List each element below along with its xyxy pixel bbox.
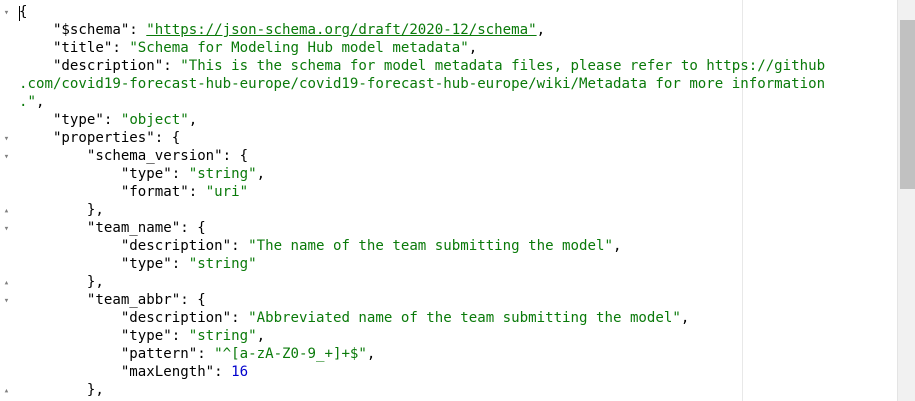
code-line[interactable]: "type": "string",	[19, 327, 265, 345]
code-token: ,	[35, 94, 45, 110]
code-line[interactable]: "schema_version": {	[19, 147, 248, 165]
code-token: "schema_version": {	[19, 148, 249, 164]
code-token: "string"	[188, 166, 257, 182]
code-line[interactable]: "description": "Abbreviated name of the …	[19, 309, 690, 327]
code-token: "$schema":	[19, 22, 147, 38]
code-token: "team_name": {	[19, 220, 206, 236]
code-token: "string"	[188, 328, 257, 344]
code-token: "type":	[19, 166, 189, 182]
chevron-down-icon[interactable]: ▾	[2, 225, 11, 234]
code-line[interactable]: "pattern": "^[a-zA-Z0-9_+]+$",	[19, 345, 376, 363]
scrollbar-thumb[interactable]	[900, 20, 915, 189]
code-line[interactable]: "type": "string",	[19, 165, 265, 183]
code-line[interactable]: "type": "object",	[19, 111, 197, 129]
code-line[interactable]: "team_abbr": {	[19, 291, 206, 309]
code-token: "description":	[19, 58, 181, 74]
code-line[interactable]: .",	[19, 93, 44, 111]
code-token: "pattern":	[19, 346, 215, 362]
code-token: "format":	[19, 184, 206, 200]
code-token: {	[19, 4, 28, 20]
code-token: ,	[612, 238, 622, 254]
code-token: ,	[680, 310, 690, 326]
text-cursor	[19, 6, 20, 21]
code-token: ,	[536, 22, 546, 38]
chevron-down-icon[interactable]: ▾	[2, 297, 11, 306]
code-line[interactable]: "format": "uri"	[19, 183, 248, 201]
code-token: "maxLength":	[19, 364, 232, 380]
vertical-scrollbar[interactable]	[897, 0, 915, 401]
code-line[interactable]: "title": "Schema for Modeling Hub model …	[19, 39, 477, 57]
code-line[interactable]: },	[19, 201, 104, 219]
code-token: "string"	[188, 256, 257, 272]
code-token: },	[19, 274, 104, 290]
code-token: "uri"	[205, 184, 249, 200]
code-line[interactable]: "team_name": {	[19, 219, 206, 237]
code-editor[interactable]: ▾ ▾ ▾ ▴ ▾ ▴ ▾ ▴ { "$schema": "https://json-sche…	[0, 0, 915, 401]
code-line[interactable]: .com/covid19-forecast-hub-europe/covid19…	[19, 75, 825, 93]
code-token: "title":	[19, 40, 130, 56]
code-line[interactable]: },	[19, 381, 104, 399]
chevron-down-icon[interactable]: ▾	[2, 9, 11, 18]
code-token: ,	[366, 346, 376, 362]
chevron-down-icon[interactable]: ▾	[2, 135, 11, 144]
code-line[interactable]: "description": "This is the schema for m…	[19, 57, 825, 75]
code-line[interactable]: "type": "string"	[19, 255, 257, 273]
chevron-up-icon[interactable]: ▴	[2, 207, 11, 216]
code-line[interactable]: "$schema": "https://json-schema.org/draf…	[19, 21, 545, 39]
code-token: "description":	[19, 238, 249, 254]
code-token: 16	[231, 364, 249, 380]
code-token: },	[19, 382, 104, 398]
code-token: },	[19, 202, 104, 218]
code-token: "^[a-zA-Z0-9_+]+$"	[214, 346, 367, 362]
code-line[interactable]: "properties": {	[19, 129, 180, 147]
code-token: "This is the schema for model metadata f…	[180, 58, 826, 74]
code-token: ."	[19, 94, 36, 110]
chevron-up-icon[interactable]: ▴	[2, 279, 11, 288]
code-line[interactable]: "description": "The name of the team sub…	[19, 237, 622, 255]
code-token: "https://json-schema.org/draft/2020-12/s…	[146, 22, 537, 38]
code-line[interactable]: {	[19, 3, 28, 21]
chevron-down-icon[interactable]: ▾	[2, 153, 11, 162]
code-token: "object"	[120, 112, 189, 128]
code-token: "type":	[19, 328, 189, 344]
code-token: "description":	[19, 310, 249, 326]
code-token: "type":	[19, 256, 189, 272]
code-token: ,	[256, 328, 266, 344]
code-token: ,	[188, 112, 198, 128]
code-token: "The name of the team submitting the mod…	[248, 238, 613, 254]
chevron-up-icon[interactable]: ▴	[2, 387, 11, 396]
code-token: .com/covid19-forecast-hub-europe/covid19…	[19, 76, 826, 92]
code-token: ,	[468, 40, 478, 56]
code-line[interactable]: },	[19, 273, 104, 291]
code-token: "properties": {	[19, 130, 181, 146]
code-token: "Schema for Modeling Hub model metadata"	[129, 40, 469, 56]
code-line[interactable]: "maxLength": 16	[19, 363, 248, 381]
code-token: "type":	[19, 112, 121, 128]
fold-gutter: ▾ ▾ ▾ ▴ ▾ ▴ ▾ ▴	[0, 0, 17, 401]
code-token: "Abbreviated name of the team submitting…	[248, 310, 681, 326]
code-token: ,	[256, 166, 266, 182]
code-token: "team_abbr": {	[19, 292, 206, 308]
